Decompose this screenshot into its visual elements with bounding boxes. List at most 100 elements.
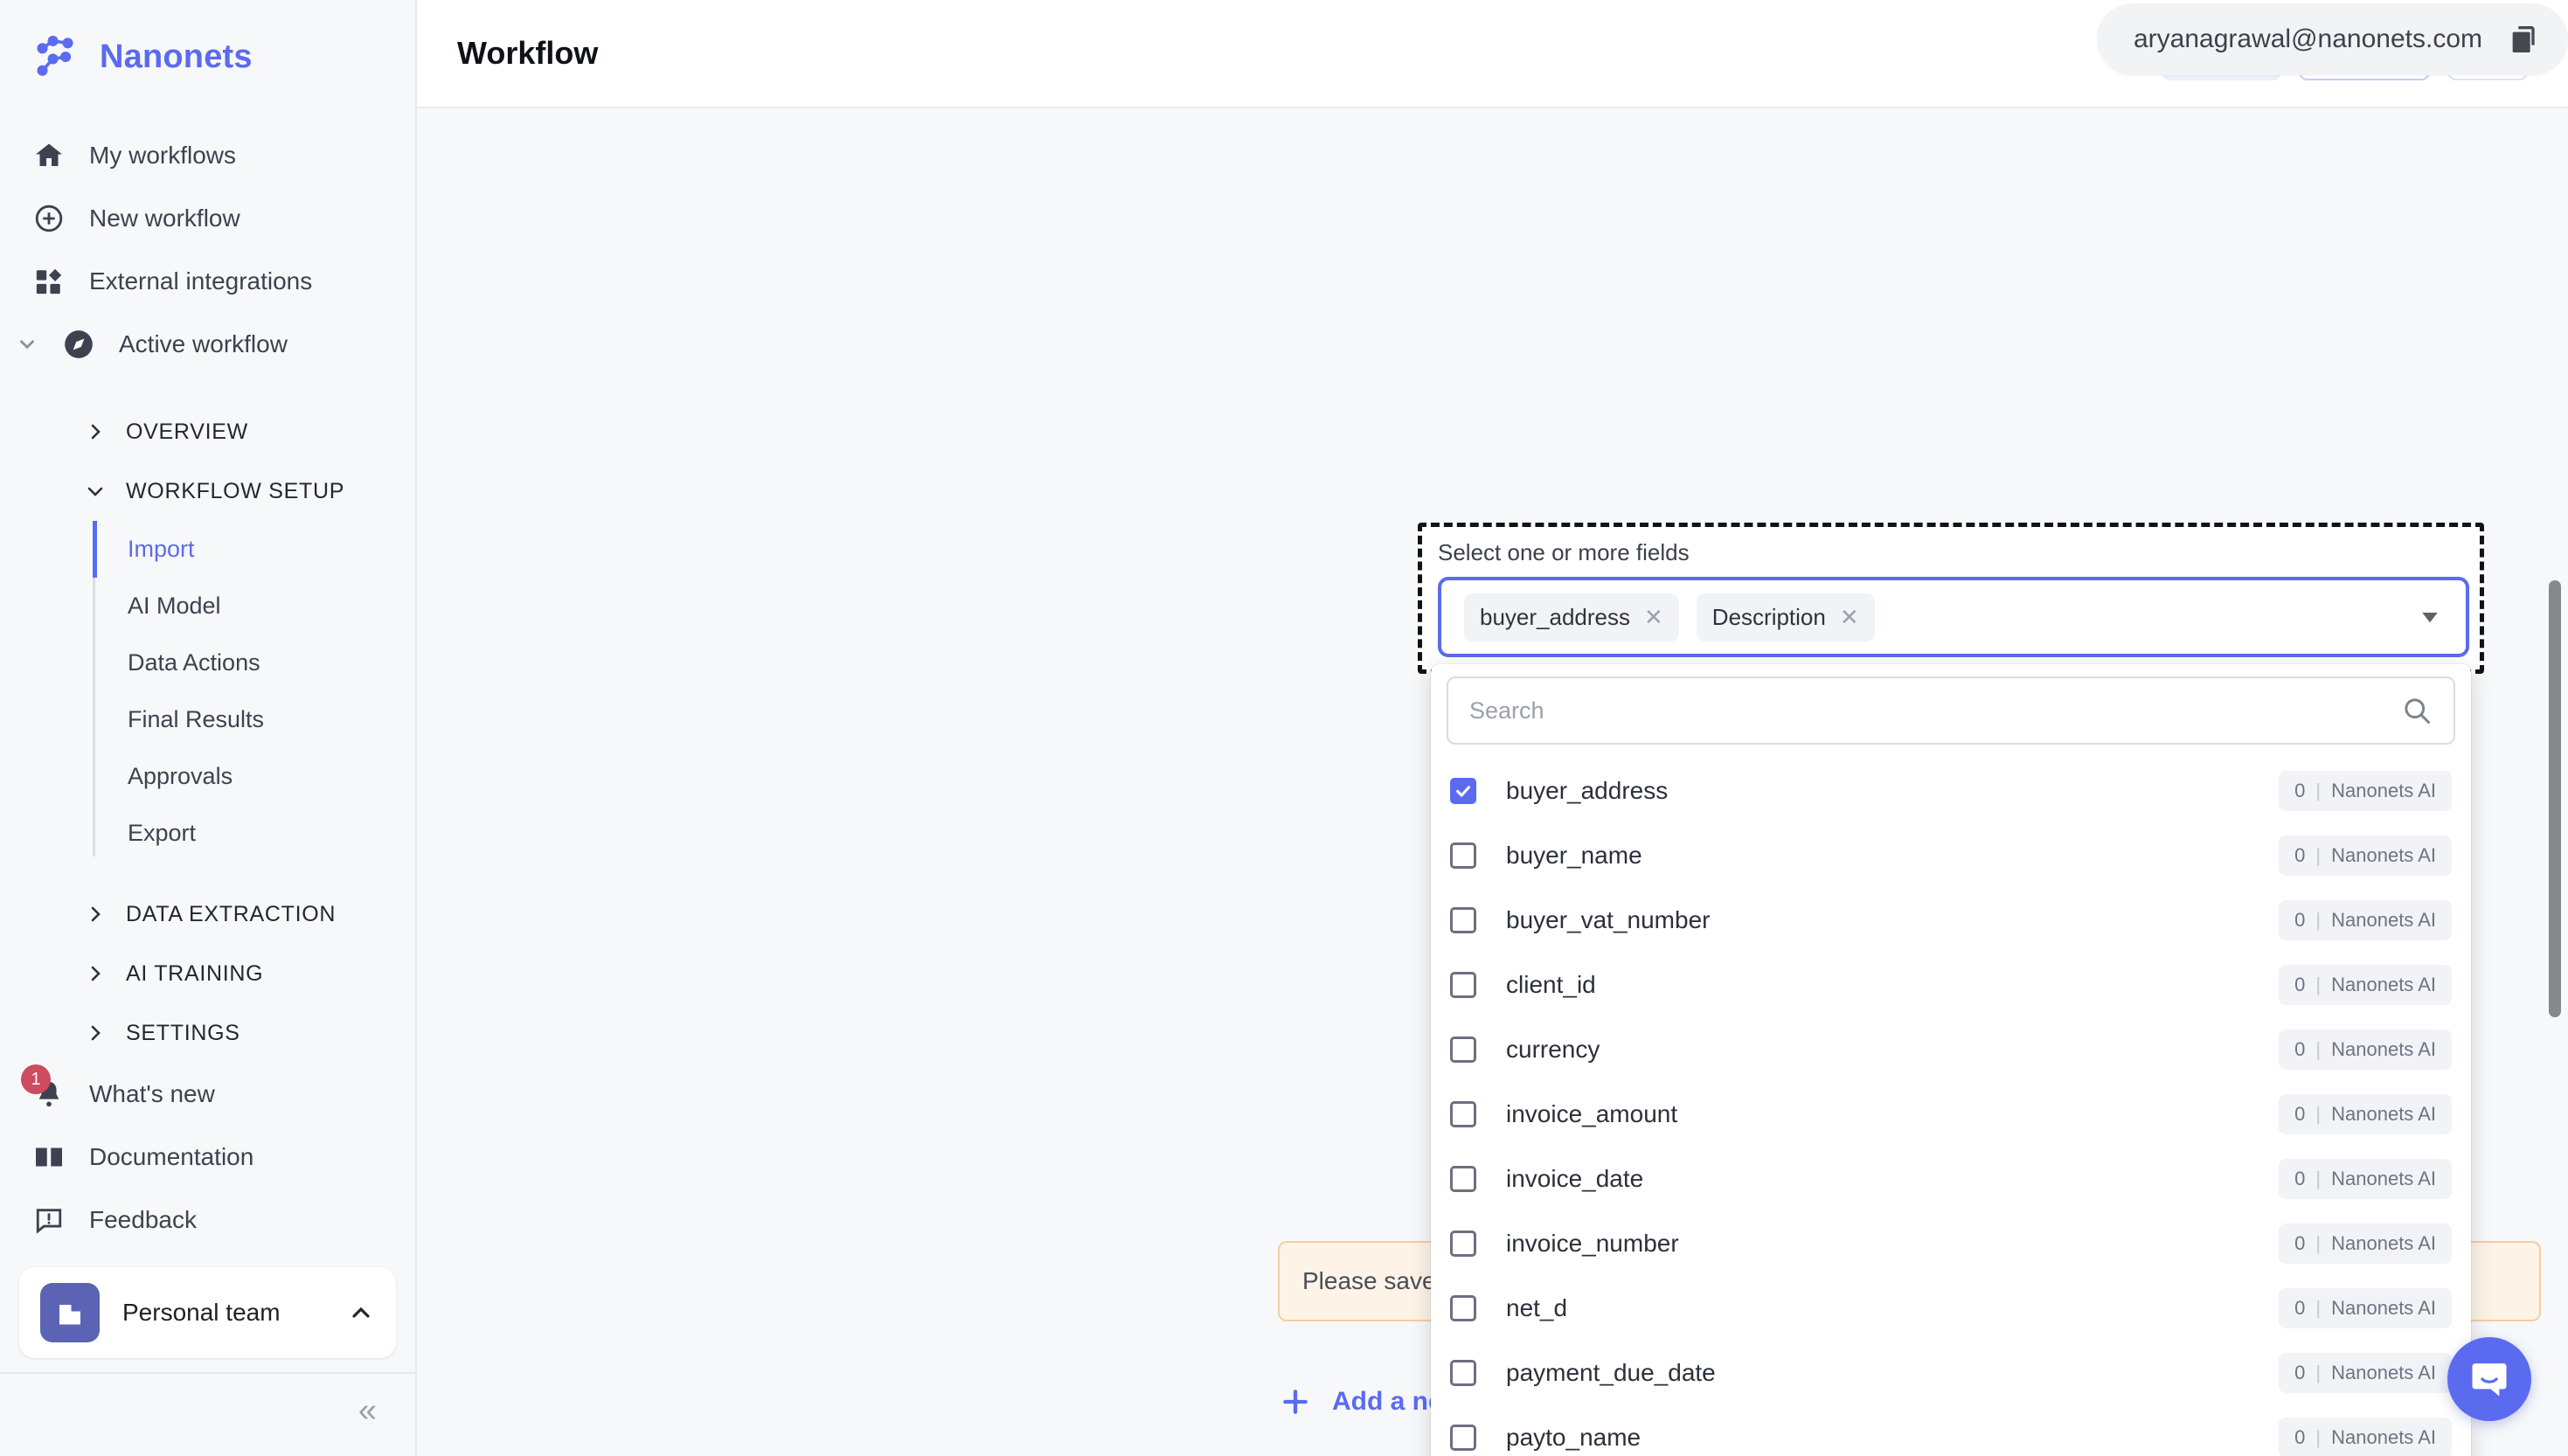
checkbox-checked-icon[interactable] bbox=[1450, 778, 1476, 804]
tag-separator: | bbox=[2315, 1297, 2322, 1319]
chat-support-button[interactable] bbox=[2447, 1337, 2531, 1421]
sidebar-item-approvals[interactable]: Approvals bbox=[0, 748, 415, 805]
sidebar-section-label: DATA EXTRACTION bbox=[126, 901, 337, 926]
checkbox-icon[interactable] bbox=[1450, 1360, 1476, 1386]
sidebar-item-my-workflows[interactable]: My workflows bbox=[0, 124, 415, 187]
sidebar-item-export[interactable]: Export bbox=[0, 805, 415, 862]
field-option-net_d[interactable]: net_d 0 | Nanonets AI bbox=[1431, 1276, 2471, 1341]
field-option-source-tag: 0 | Nanonets AI bbox=[2279, 835, 2452, 876]
copy-icon[interactable] bbox=[2507, 22, 2542, 57]
sidebar-item-final-results[interactable]: Final Results bbox=[0, 691, 415, 748]
field-option-payto_name[interactable]: payto_name 0 | Nanonets AI bbox=[1431, 1405, 2471, 1456]
field-option-count: 0 bbox=[2294, 1426, 2306, 1448]
field-option-count: 0 bbox=[2294, 1232, 2306, 1254]
field-option-source: Nanonets AI bbox=[2331, 780, 2436, 801]
field-option-count: 0 bbox=[2294, 780, 2306, 801]
chevron-right-icon bbox=[84, 1022, 107, 1044]
field-multiselect[interactable]: buyer_address ✕ Description ✕ bbox=[1438, 577, 2469, 657]
checkbox-icon[interactable] bbox=[1450, 907, 1476, 933]
checkbox-icon[interactable] bbox=[1450, 1166, 1476, 1192]
field-option-count: 0 bbox=[2294, 1038, 2306, 1060]
field-option-source: Nanonets AI bbox=[2331, 1038, 2436, 1060]
remove-chip-icon[interactable]: ✕ bbox=[1840, 604, 1859, 631]
integrations-icon bbox=[31, 264, 66, 299]
whats-new-badge: 1 bbox=[21, 1064, 51, 1094]
field-option-source: Nanonets AI bbox=[2331, 844, 2436, 866]
search-input[interactable] bbox=[1469, 697, 2392, 725]
chevron-down-icon[interactable] bbox=[2417, 604, 2443, 630]
field-option-invoice_number[interactable]: invoice_number 0 | Nanonets AI bbox=[1431, 1211, 2471, 1276]
field-option-source: Nanonets AI bbox=[2331, 1362, 2436, 1383]
field-option-count: 0 bbox=[2294, 1168, 2306, 1189]
field-options-dropdown: buyer_address 0 | Nanonets AI buyer_name 0 | Na… bbox=[1431, 664, 2471, 1456]
sidebar-item-whats-new[interactable]: 1 What's new bbox=[0, 1063, 415, 1126]
checkbox-icon[interactable] bbox=[1450, 1101, 1476, 1127]
sidebar-item-active-workflow[interactable]: Active workflow bbox=[0, 313, 415, 376]
search-icon[interactable] bbox=[2401, 695, 2433, 726]
field-option-buyer_vat_number[interactable]: buyer_vat_number 0 | Nanonets AI bbox=[1431, 888, 2471, 953]
chip-label: buyer_address bbox=[1480, 603, 1630, 630]
bell-icon: 1 bbox=[21, 1064, 66, 1112]
sidebar-section-overview[interactable]: OVERVIEW bbox=[0, 402, 415, 461]
field-option-source-tag: 0 | Nanonets AI bbox=[2279, 1094, 2452, 1134]
page-scrollbar[interactable] bbox=[2549, 580, 2561, 1017]
sidebar-tree: OVERVIEW WORKFLOW SETUP Import AI Model … bbox=[0, 402, 415, 1063]
checkbox-icon[interactable] bbox=[1450, 842, 1476, 869]
field-option-currency[interactable]: currency 0 | Nanonets AI bbox=[1431, 1017, 2471, 1082]
checkbox-icon[interactable] bbox=[1450, 1037, 1476, 1063]
field-option-source: Nanonets AI bbox=[2331, 1168, 2436, 1189]
field-option-count: 0 bbox=[2294, 909, 2306, 931]
field-option-invoice_date[interactable]: invoice_date 0 | Nanonets AI bbox=[1431, 1147, 2471, 1211]
field-option-label: currency bbox=[1506, 1036, 1600, 1063]
field-option-payment_due_date[interactable]: payment_due_date 0 | Nanonets AI bbox=[1431, 1341, 2471, 1405]
sidebar-item-label: New workflow bbox=[89, 205, 240, 232]
checkbox-icon[interactable] bbox=[1450, 972, 1476, 998]
save-notice-text: Please save t bbox=[1302, 1267, 1450, 1294]
field-option-buyer_name[interactable]: buyer_name 0 | Nanonets AI bbox=[1431, 823, 2471, 888]
sidebar-collapse-bar: « bbox=[0, 1372, 415, 1447]
team-switcher[interactable]: Personal team bbox=[19, 1267, 396, 1358]
sidebar-item-feedback[interactable]: Feedback bbox=[0, 1189, 415, 1251]
nanonets-logo-icon bbox=[30, 31, 80, 82]
selected-field-chip[interactable]: buyer_address ✕ bbox=[1464, 593, 1679, 641]
sidebar-section-settings[interactable]: SETTINGS bbox=[0, 1003, 415, 1063]
main-area: Workflow Sch aryanagrawal@nanonets.com bbox=[417, 0, 2568, 1456]
sidebar-item-new-workflow[interactable]: New workflow bbox=[0, 187, 415, 250]
building-icon bbox=[40, 1283, 100, 1342]
checkbox-icon[interactable] bbox=[1450, 1425, 1476, 1451]
sidebar-item-import[interactable]: Import bbox=[0, 521, 415, 578]
sidebar-item-documentation[interactable]: Documentation bbox=[0, 1126, 415, 1189]
plus-circle-icon bbox=[31, 201, 66, 236]
sidebar-item-ai-model[interactable]: AI Model bbox=[0, 578, 415, 634]
field-option-label: buyer_vat_number bbox=[1506, 906, 1711, 933]
field-option-source-tag: 0 | Nanonets AI bbox=[2279, 1288, 2452, 1328]
search-box[interactable] bbox=[1447, 676, 2455, 745]
field-option-source-tag: 0 | Nanonets AI bbox=[2279, 1418, 2452, 1456]
sidebar-item-label: My workflows bbox=[89, 142, 237, 169]
account-email-tooltip: aryanagrawal@nanonets.com bbox=[2096, 3, 2568, 75]
field-option-source-tag: 0 | Nanonets AI bbox=[2279, 965, 2452, 1005]
sidebar-section-data-extraction[interactable]: DATA EXTRACTION bbox=[0, 884, 415, 944]
selected-field-chip[interactable]: Description ✕ bbox=[1696, 593, 1875, 641]
checkbox-icon[interactable] bbox=[1450, 1295, 1476, 1321]
sidebar-section-ai-training[interactable]: AI TRAINING bbox=[0, 944, 415, 1003]
sidebar-item-external-integrations[interactable]: External integrations bbox=[0, 250, 415, 313]
chevron-up-icon[interactable] bbox=[347, 1299, 375, 1327]
collapse-sidebar-icon[interactable]: « bbox=[358, 1394, 377, 1427]
remove-chip-icon[interactable]: ✕ bbox=[1644, 604, 1663, 631]
brand[interactable]: Nanonets bbox=[0, 0, 415, 108]
sidebar: Nanonets My workflows New workflow Exter… bbox=[0, 0, 417, 1456]
tag-separator: | bbox=[2315, 1426, 2322, 1448]
field-option-client_id[interactable]: client_id 0 | Nanonets AI bbox=[1431, 953, 2471, 1017]
field-option-invoice_amount[interactable]: invoice_amount 0 | Nanonets AI bbox=[1431, 1082, 2471, 1147]
chevron-down-icon[interactable] bbox=[16, 333, 38, 356]
sidebar-section-workflow-setup[interactable]: WORKFLOW SETUP bbox=[0, 461, 415, 521]
sidebar-item-data-actions[interactable]: Data Actions bbox=[0, 634, 415, 691]
sidebar-primary-nav: My workflows New workflow External integ… bbox=[0, 108, 415, 376]
checkbox-icon[interactable] bbox=[1450, 1231, 1476, 1257]
sidebar-item-label: Feedback bbox=[89, 1206, 197, 1233]
team-name: Personal team bbox=[122, 1299, 281, 1326]
field-option-buyer_address[interactable]: buyer_address 0 | Nanonets AI bbox=[1431, 759, 2471, 823]
sidebar-section-label: AI TRAINING bbox=[126, 960, 264, 986]
tag-separator: | bbox=[2315, 1362, 2322, 1383]
